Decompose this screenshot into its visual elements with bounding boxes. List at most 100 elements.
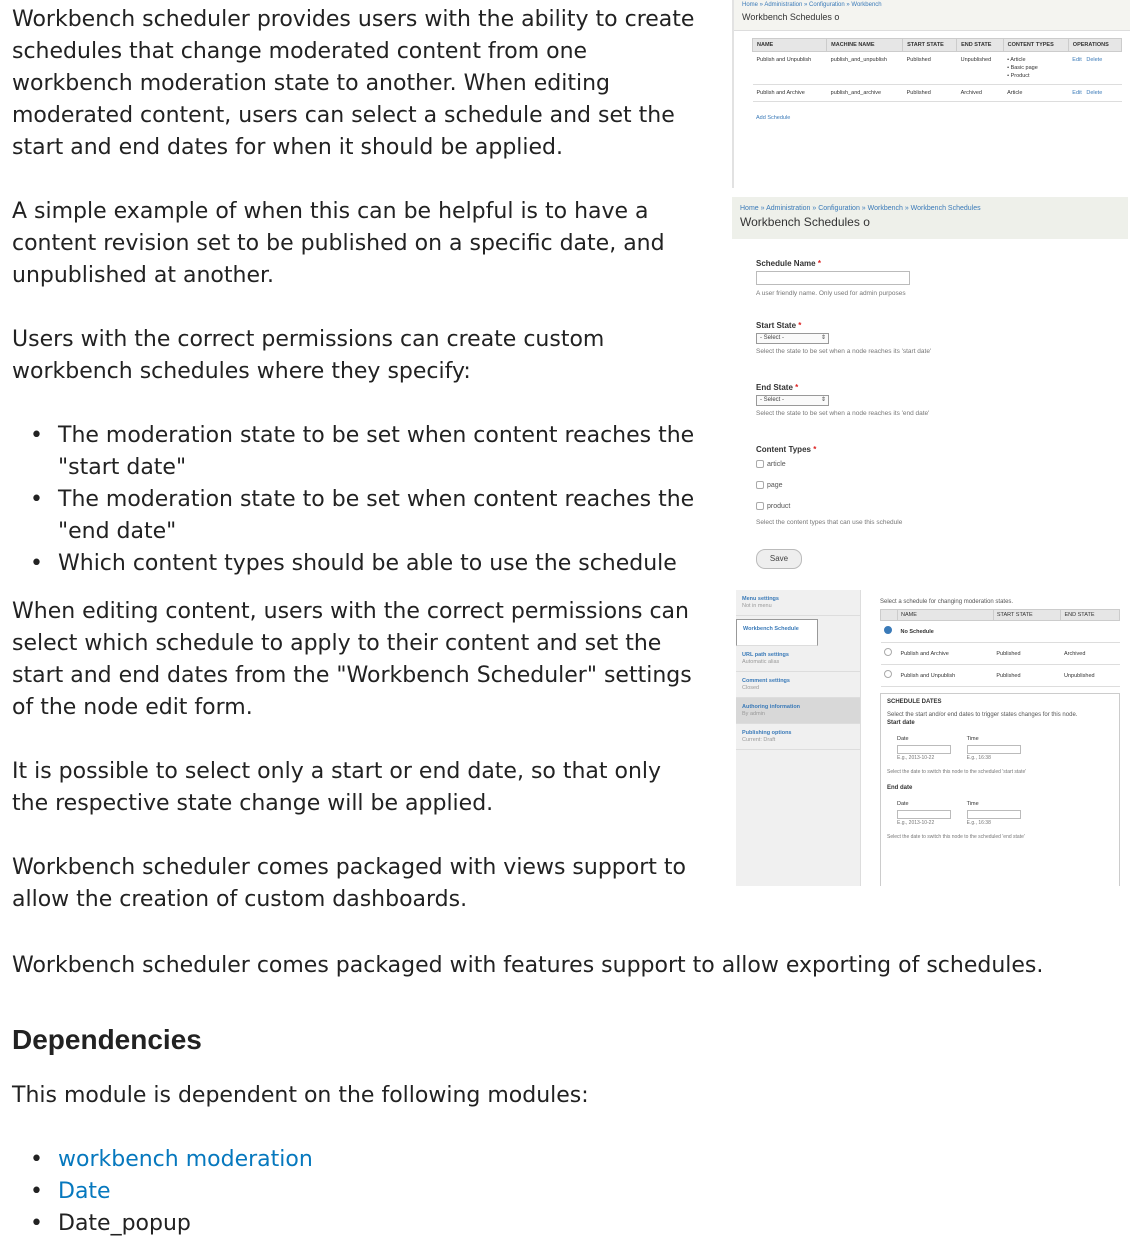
edit-link[interactable]: Edit	[1072, 57, 1081, 63]
dependencies-heading: Dependencies	[12, 1024, 202, 1055]
fieldset-legend: SCHEDULE DATES	[887, 699, 942, 705]
start-date-label: Start date	[887, 720, 915, 726]
gear-icon: o	[863, 215, 870, 229]
checkbox-article[interactable]: article	[756, 460, 902, 474]
checkbox-page[interactable]: page	[756, 481, 902, 495]
tab-authoring-information[interactable]: Authoring information By admin	[736, 698, 860, 724]
end-time-input[interactable]	[966, 810, 1021, 819]
example-paragraph: A simple example of when this can be hel…	[12, 199, 665, 288]
start-state-select[interactable]: - Select - ⇕	[756, 333, 829, 344]
schedule-dates-fieldset: SCHEDULE DATES Select the start and/or e…	[880, 693, 1120, 886]
field-description: A user friendly name. Only used for admi…	[756, 290, 906, 297]
workbench-moderation-link[interactable]: workbench moderation	[58, 1147, 313, 1172]
screenshot-schedule-list: Home » Administration » Configuration » …	[732, 0, 1130, 188]
intro-paragraph: Workbench scheduler provides users with …	[12, 7, 695, 160]
save-button[interactable]: Save	[756, 549, 802, 569]
views-paragraph: Workbench scheduler comes packaged with …	[12, 855, 686, 912]
field-description: Select the content types that can use th…	[756, 519, 903, 526]
checkbox-product[interactable]: product	[756, 502, 902, 516]
schedule-pane: Select a schedule for changing moderatio…	[880, 598, 1120, 886]
column-header[interactable]: END STATE	[956, 38, 1004, 52]
gear-icon: o	[834, 12, 840, 22]
cell-name: Publish and Unpublish	[752, 51, 827, 85]
content-types-field: Content Types * article page product Sel…	[756, 445, 903, 526]
cell-start-state: Published	[993, 642, 1061, 665]
end-date-input[interactable]	[897, 810, 951, 819]
delete-link[interactable]: Delete	[1086, 57, 1102, 63]
start-date-note: Select the date to switch this node to t…	[887, 769, 1027, 775]
cell-end-state: Unpublished	[956, 51, 1004, 85]
field-description: Select the state to be set when a node r…	[756, 410, 930, 417]
field-description: Select the state to be set when a node r…	[756, 348, 932, 355]
only-one-date-paragraph: It is possible to select only a start or…	[12, 759, 662, 816]
page-title: Workbench Schedules o	[742, 12, 840, 22]
add-schedule-link[interactable]: Add Schedule	[756, 114, 790, 123]
page-title: Workbench Schedules o	[740, 215, 870, 229]
cell-operations: Edit Delete	[1068, 51, 1122, 85]
cell-end-state	[1060, 620, 1120, 643]
list-item: Date	[30, 1176, 1136, 1208]
delete-link[interactable]: Delete	[1086, 90, 1102, 96]
cell-start-state: Published	[902, 84, 957, 102]
column-header: START STATE	[992, 609, 1062, 621]
end-date-note: Select the date to switch this node to t…	[887, 834, 1025, 840]
cell-name: Publish and Archive	[897, 642, 994, 665]
tab-publishing-options[interactable]: Publishing options Current: Draft	[736, 724, 860, 750]
column-header: OPERATIONS	[1067, 38, 1123, 52]
schedule-select-table: NAME START STATE END STATE No Schedule P…	[880, 609, 1120, 687]
radio-publish-unpublish[interactable]	[883, 670, 892, 678]
dependencies-intro: This module is dependent on the followin…	[12, 1083, 589, 1108]
start-time-input[interactable]	[966, 745, 1021, 754]
table-row[interactable]: Publish and Archive Published Archived	[880, 642, 1120, 665]
list-item: Date_popup	[30, 1208, 1136, 1240]
breadcrumb[interactable]: Home » Administration » Configuration » …	[734, 0, 1130, 11]
cell-machine-name: publish_and_unpublish	[826, 51, 903, 85]
tab-workbench-schedule[interactable]: Workbench Schedule	[736, 619, 818, 646]
features-paragraph: Workbench scheduler comes packaged with …	[12, 953, 1044, 978]
schedule-name-field: Schedule Name * A user friendly name. On…	[756, 259, 910, 298]
column-header[interactable]: MACHINE NAME	[826, 38, 904, 52]
permissions-paragraph: Users with the correct permissions can c…	[12, 327, 605, 384]
cell-machine-name: publish_and_archive	[826, 84, 903, 102]
cell-name: No Schedule	[897, 620, 994, 643]
table-row: Publish and Unpublish publish_and_unpubl…	[752, 51, 1122, 85]
screenshot-schedule-form: Home » Administration » Configuration » …	[732, 197, 1128, 585]
fieldset-description: Select the start and/or end dates to tri…	[887, 712, 1078, 718]
specify-list: The moderation state to be set when cont…	[12, 420, 702, 580]
column-header[interactable]: NAME	[751, 38, 828, 52]
column-header[interactable]: CONTENT TYPES	[1002, 38, 1069, 52]
table-row[interactable]: No Schedule	[880, 620, 1120, 643]
tab-url-path-settings[interactable]: URL path settings Automatic alias	[736, 646, 860, 672]
column-header: NAME	[897, 609, 994, 621]
cell-end-state: Unpublished	[1060, 664, 1120, 687]
table-row: Publish and Archive publish_and_archive …	[752, 84, 1122, 102]
radio-no-schedule[interactable]	[883, 626, 892, 634]
date-link[interactable]: Date	[58, 1179, 111, 1204]
edit-link[interactable]: Edit	[1072, 90, 1081, 96]
radio-publish-archive[interactable]	[883, 648, 892, 656]
page-header: Home » Administration » Configuration » …	[734, 0, 1130, 31]
end-state-select[interactable]: - Select - ⇕	[756, 395, 829, 406]
schedule-name-input[interactable]	[756, 271, 910, 285]
cell-name: Publish and Unpublish	[897, 664, 994, 687]
cell-content-types: • Article • Basic page • Product	[1003, 51, 1069, 85]
screenshot-node-edit-schedule: Menu settings Not in menu Workbench Sched…	[736, 590, 1128, 886]
vertical-tabs: Menu settings Not in menu Workbench Sched…	[736, 590, 861, 886]
table-row[interactable]: Publish and Unpublish Published Unpublis…	[880, 664, 1120, 687]
tab-menu-settings[interactable]: Menu settings Not in menu	[736, 590, 860, 616]
cell-end-state: Archived	[956, 84, 1004, 102]
instruction-text: Select a schedule for changing moderatio…	[880, 599, 1014, 605]
start-date-input[interactable]	[897, 745, 951, 754]
breadcrumb[interactable]: Home » Administration » Configuration » …	[732, 197, 1128, 214]
end-date-label: End date	[887, 785, 913, 791]
column-header[interactable]: START STATE	[902, 38, 958, 52]
list-item: The moderation state to be set when cont…	[30, 484, 702, 548]
cell-end-state: Archived	[1060, 642, 1120, 665]
cell-name: Publish and Archive	[752, 84, 827, 102]
cell-content-types: Article	[1003, 84, 1069, 102]
dependencies-list: workbench moderation Date Date_popup	[12, 1144, 1136, 1240]
cell-start-state: Published	[902, 51, 957, 85]
tab-comment-settings[interactable]: Comment settings Closed	[736, 672, 860, 698]
start-state-field: Start State * - Select - ⇕ Select the st…	[756, 321, 932, 355]
cell-start-state	[993, 620, 1061, 643]
